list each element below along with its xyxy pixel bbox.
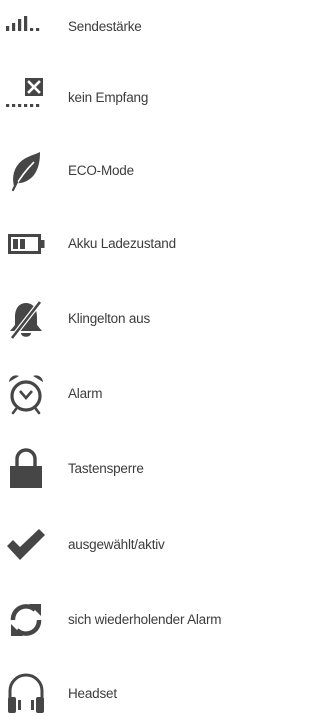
legend-label: Akku Ladezustand: [68, 236, 176, 251]
legend-label: Headset: [68, 686, 117, 701]
legend-label: Klingelton aus: [68, 311, 151, 326]
legend-row-keylock: Tastensperre: [0, 444, 250, 494]
icon-legend: Sendestärke kein Empfang ECO-Mode Akku L…: [0, 0, 250, 723]
legend-row-battery: Akku Ladezustand: [0, 219, 250, 269]
repeat-icon: [4, 595, 48, 645]
battery-icon: [4, 219, 48, 269]
legend-label: Tastensperre: [68, 461, 144, 476]
legend-row-eco-mode: ECO-Mode: [0, 146, 250, 196]
padlock-icon: [4, 444, 48, 494]
leaf-icon: [4, 146, 48, 196]
legend-row-selected-active: ausgewählt/aktiv: [0, 520, 250, 570]
legend-label: ECO-Mode: [68, 163, 134, 178]
headset-icon: [4, 669, 48, 719]
legend-label: Alarm: [68, 386, 103, 401]
legend-label: sich wiederholender Alarm: [68, 612, 222, 627]
signal-strength-icon: [4, 2, 48, 52]
checkmark-icon: [4, 520, 48, 570]
no-reception-icon: [4, 73, 48, 123]
legend-label: ausgewählt/aktiv: [68, 537, 165, 552]
legend-row-ringtone-off: Klingelton aus: [0, 294, 250, 344]
legend-row-no-reception: kein Empfang: [0, 73, 250, 123]
alarm-clock-icon: [4, 369, 48, 419]
legend-row-signal-strength: Sendestärke: [0, 2, 250, 52]
legend-label: Sendestärke: [68, 19, 142, 34]
legend-label: kein Empfang: [68, 90, 149, 105]
legend-row-repeating-alarm: sich wiederholender Alarm: [0, 595, 250, 645]
legend-row-headset: Headset: [0, 669, 250, 719]
bell-off-icon: [4, 294, 48, 344]
legend-row-alarm: Alarm: [0, 369, 250, 419]
